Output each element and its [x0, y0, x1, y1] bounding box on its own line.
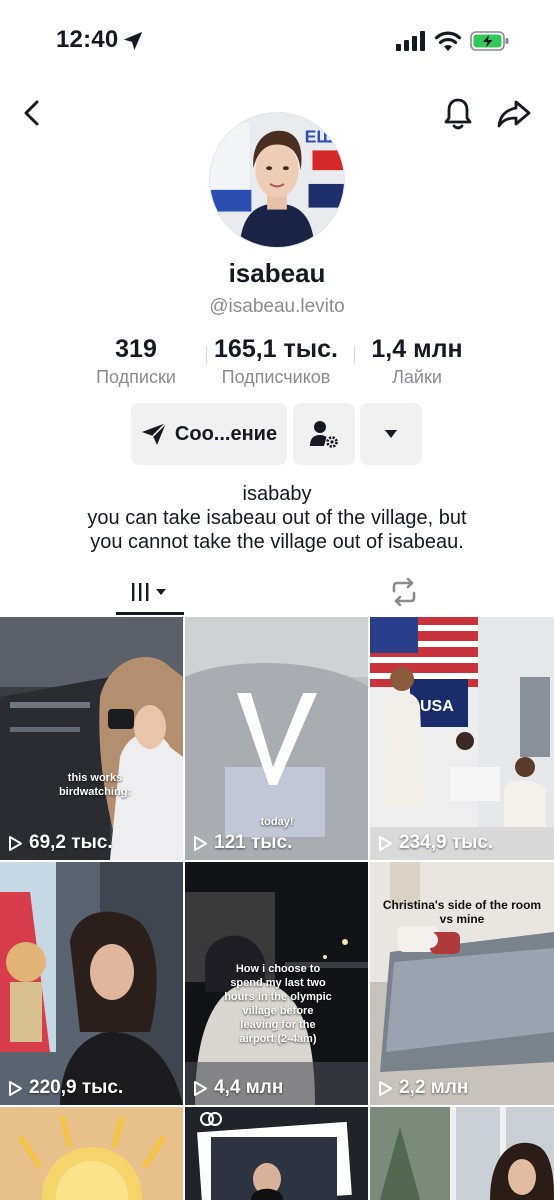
- svg-text:ЕШ: ЕШ: [305, 127, 335, 147]
- video-tile[interactable]: [370, 1107, 554, 1200]
- stat-value: 319: [115, 335, 157, 363]
- play-icon: [379, 835, 392, 851]
- view-count: 220,9 тыс.: [8, 1077, 123, 1099]
- video-caption: today!: [260, 816, 294, 828]
- bio-line: you cannot take the village out of isabe…: [90, 531, 464, 553]
- tab-active-indicator: [116, 612, 184, 615]
- video-thumbnail: USA: [370, 617, 554, 860]
- view-count: 234,9 тыс.: [378, 832, 493, 854]
- message-button[interactable]: Соо...ение: [131, 403, 287, 465]
- video-caption: How i choose to spend my last two hours …: [224, 963, 332, 1045]
- view-count-text: 2,2 млн: [399, 1077, 469, 1098]
- grid-bars-icon: [132, 583, 166, 601]
- view-count: 69,2 тыс.: [8, 832, 113, 854]
- repost-icon: [392, 578, 416, 606]
- status-bar: 12:40: [0, 0, 554, 84]
- back-chevron-icon[interactable]: [20, 98, 44, 128]
- video-thumbnail: [0, 1107, 183, 1200]
- person-gear-icon: [310, 421, 338, 448]
- profile-avatar[interactable]: ЕШ: [209, 112, 345, 248]
- view-count-text: 220,9 тыс.: [29, 1077, 124, 1098]
- video-thumbnail: [0, 617, 183, 860]
- display-name: isabeau: [228, 258, 326, 288]
- view-count-text: 4,4 млн: [214, 1077, 284, 1098]
- more-options-button[interactable]: [360, 403, 422, 465]
- bell-icon[interactable]: [442, 96, 474, 132]
- video-caption: Christina's side of the room vs mine: [382, 898, 542, 926]
- message-button-label: Соо...ение: [174, 422, 278, 445]
- stat-likes[interactable]: 1,4 млн Лайки: [362, 334, 472, 390]
- play-icon: [9, 1080, 22, 1096]
- svg-text:USA: USA: [420, 698, 454, 715]
- caret-down-icon: [385, 430, 397, 438]
- username: @isabeau.levito: [209, 296, 345, 317]
- view-count-text: 121 тыс.: [214, 832, 293, 853]
- video-caption: this works birdwatching:: [58, 772, 132, 798]
- stat-divider: [354, 346, 355, 364]
- wifi-icon: [434, 31, 462, 51]
- play-icon: [379, 1080, 392, 1096]
- video-tile[interactable]: Christina's side of the room vs mine 2,2…: [370, 862, 554, 1105]
- tab-reposts[interactable]: [382, 568, 426, 616]
- play-icon: [194, 835, 207, 851]
- bio-line: isababy: [242, 483, 312, 505]
- play-icon: [194, 1080, 207, 1096]
- video-tile[interactable]: USA 234,9 тыс.: [370, 617, 554, 860]
- add-friend-button[interactable]: [293, 403, 355, 465]
- stat-label: Подписчиков: [221, 367, 331, 387]
- status-time: 12:40: [56, 26, 119, 53]
- send-icon: [141, 422, 167, 445]
- cellular-signal-icon: [396, 31, 425, 51]
- view-count: 121 тыс.: [193, 832, 292, 854]
- video-thumbnail: [185, 1107, 368, 1200]
- stat-value: 1,4 млн: [371, 335, 463, 363]
- stat-following[interactable]: 319 Подписки: [86, 334, 186, 390]
- video-thumbnail: [370, 1107, 554, 1200]
- stat-label: Лайки: [392, 367, 442, 387]
- video-thumbnail: [0, 862, 183, 1105]
- video-tile[interactable]: today! 121 тыс.: [185, 617, 368, 860]
- avatar-image: ЕШ: [210, 113, 344, 247]
- stat-label: Подписки: [96, 367, 176, 387]
- battery-charging-icon: [470, 31, 509, 51]
- video-tile[interactable]: 220,9 тыс.: [0, 862, 183, 1105]
- video-tile[interactable]: [185, 1107, 368, 1200]
- bio: isababy you can take isabeau out of the …: [0, 482, 554, 554]
- share-icon[interactable]: [496, 98, 532, 130]
- stat-followers[interactable]: 165,1 тыс. Подписчиков: [206, 334, 346, 390]
- bio-line: you can take isabeau out of the village,…: [87, 507, 467, 529]
- tab-videos[interactable]: [116, 568, 184, 616]
- play-icon: [9, 835, 22, 851]
- video-tile[interactable]: How i choose to spend my last two hours …: [185, 862, 368, 1105]
- view-count-text: 234,9 тыс.: [399, 832, 494, 853]
- view-count: 2,2 млн: [378, 1077, 468, 1099]
- view-count: 4,4 млн: [193, 1077, 283, 1099]
- stat-value: 165,1 тыс.: [214, 335, 338, 363]
- view-count-text: 69,2 тыс.: [29, 832, 113, 853]
- location-arrow-icon: [123, 31, 143, 51]
- video-tile[interactable]: this works birdwatching: 69,2 тыс.: [0, 617, 183, 860]
- video-tile[interactable]: [0, 1107, 183, 1200]
